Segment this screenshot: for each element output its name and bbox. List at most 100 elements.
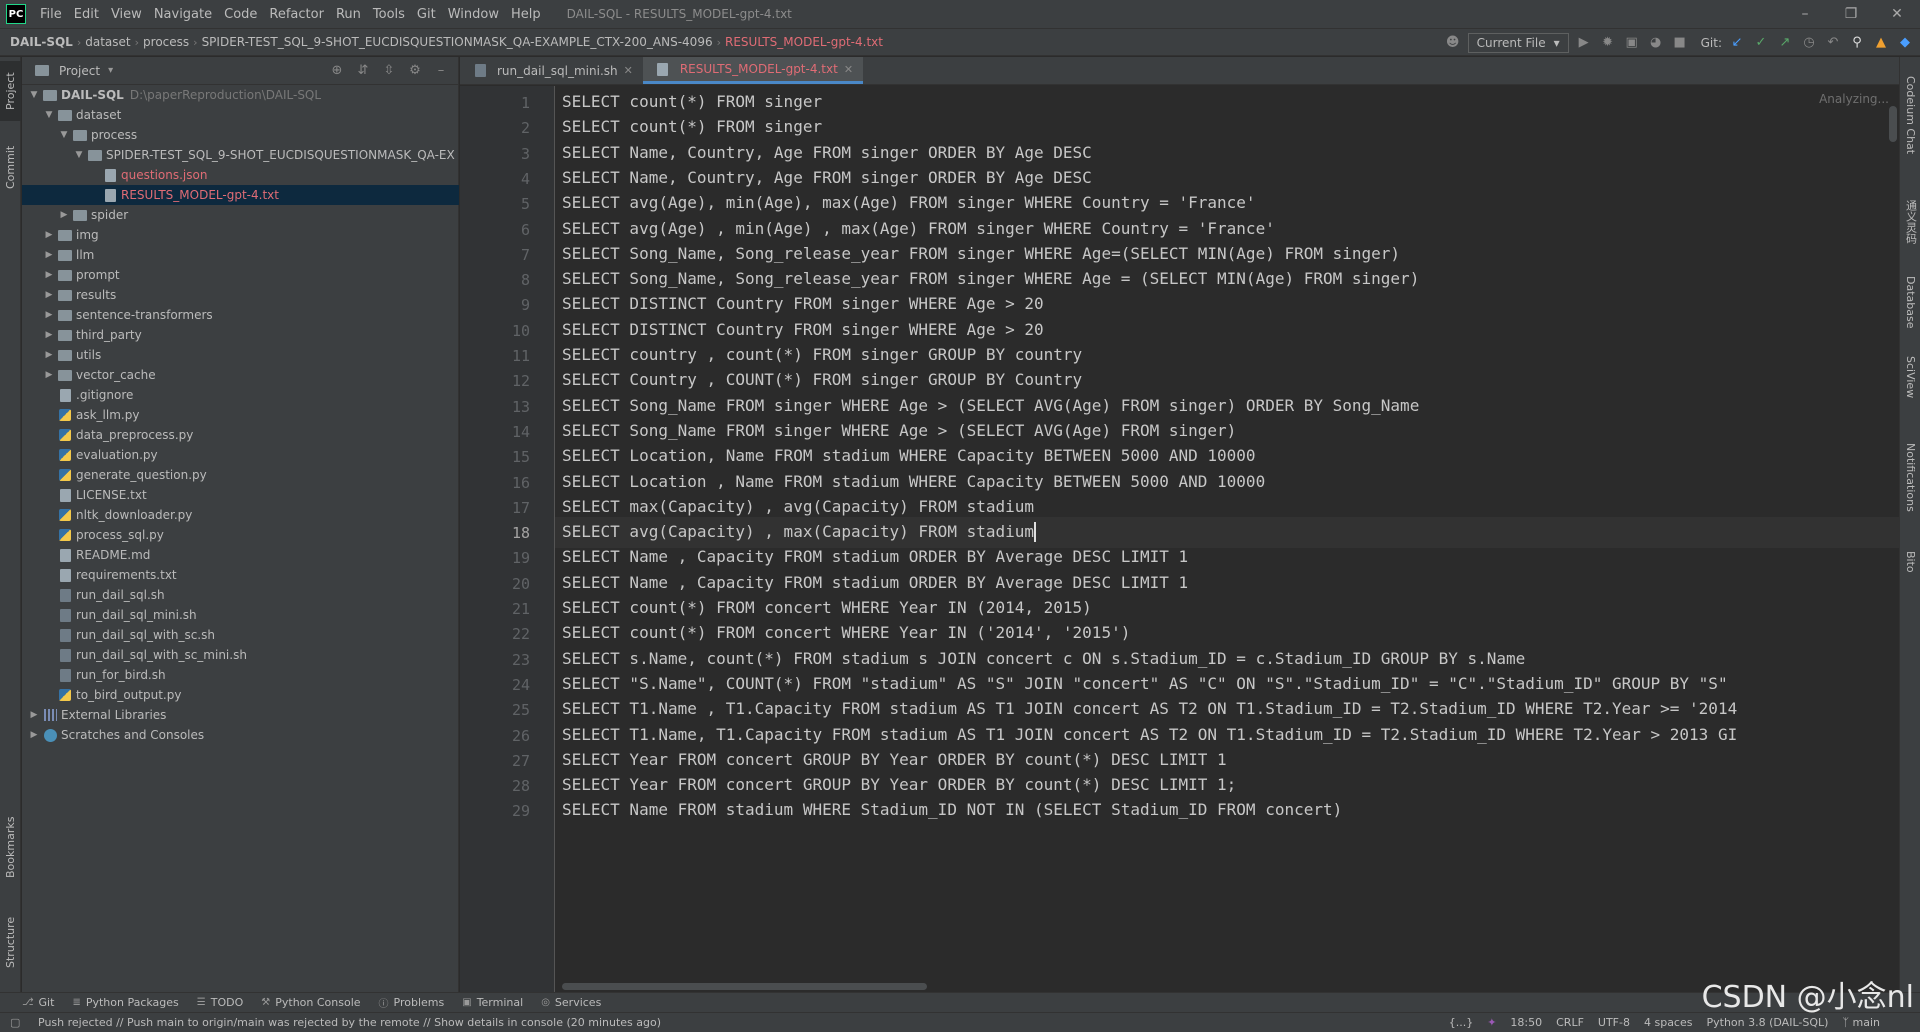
chevron-down-icon[interactable]: ▼ <box>28 90 40 100</box>
tree-folder[interactable]: ▶ prompt <box>22 265 459 285</box>
chevron-down-icon[interactable]: ▾ <box>108 65 113 76</box>
code-line[interactable]: SELECT T1.Name, T1.Capacity FROM stadium… <box>562 725 1737 744</box>
breadcrumb-item[interactable]: RESULTS_MODEL-gpt-4.txt <box>721 35 887 49</box>
tree-file[interactable]: process_sql.py <box>22 525 459 545</box>
tree-folder[interactable]: ▼ DAIL-SQL D:\paperReproduction\DAIL-SQL <box>22 85 459 105</box>
chevron-right-icon[interactable]: ▶ <box>43 350 55 360</box>
code-line[interactable]: SELECT Location , Name FROM stadium WHER… <box>562 472 1265 491</box>
menu-refactor[interactable]: Refactor <box>263 7 330 22</box>
codeium-chat-tab[interactable]: Codeium Chat <box>1900 65 1920 165</box>
code-line[interactable]: SELECT country , count(*) FROM singer GR… <box>562 345 1082 364</box>
code-line[interactable]: SELECT Name FROM stadium WHERE Stadium_I… <box>562 800 1342 819</box>
code-line[interactable]: SELECT avg(Age), min(Age), max(Age) FROM… <box>562 193 1256 212</box>
code-line[interactable]: SELECT count(*) FROM concert WHERE Year … <box>562 623 1130 642</box>
chevron-right-icon[interactable]: ▶ <box>43 230 55 240</box>
menu-window[interactable]: Window <box>442 7 505 22</box>
code-line[interactable]: SELECT DISTINCT Country FROM singer WHER… <box>562 320 1044 339</box>
tree-file[interactable]: generate_question.py <box>22 465 459 485</box>
bottom-tab-python-packages[interactable]: ≣ Python Packages <box>72 996 178 1009</box>
tree-file[interactable]: run_for_bird.sh <box>22 665 459 685</box>
bookmarks-tool-tab[interactable]: Bookmarks <box>0 807 21 887</box>
menu-help[interactable]: Help <box>505 7 547 22</box>
tree-folder[interactable]: ▶ img <box>22 225 459 245</box>
chevron-right-icon[interactable]: ▶ <box>43 290 55 300</box>
minimize-icon[interactable]: – <box>1782 0 1828 28</box>
ai-assistant-icon[interactable]: ✦ <box>1487 1016 1496 1029</box>
tree-folder[interactable]: ▶ sentence-transformers <box>22 305 459 325</box>
tree-file[interactable]: data_preprocess.py <box>22 425 459 445</box>
tree-file[interactable]: LICENSE.txt <box>22 485 459 505</box>
chevron-right-icon[interactable]: ▶ <box>28 730 40 740</box>
tree-file[interactable]: run_dail_sql_mini.sh <box>22 605 459 625</box>
horizontal-scrollbar[interactable] <box>562 983 927 990</box>
code-line[interactable]: SELECT DISTINCT Country FROM singer WHER… <box>562 294 1044 313</box>
git-rollback-icon[interactable]: ↶ <box>1824 34 1842 52</box>
collapse-all-icon[interactable]: ⇳ <box>380 61 398 79</box>
tree-folder[interactable]: ▼ dataset <box>22 105 459 125</box>
git-push-icon[interactable]: ↗ <box>1776 34 1794 52</box>
code-line[interactable]: SELECT Name, Country, Age FROM singer OR… <box>562 168 1092 187</box>
menu-edit[interactable]: Edit <box>68 7 105 22</box>
code-line[interactable]: SELECT Year FROM concert GROUP BY Year O… <box>562 750 1227 769</box>
menu-tools[interactable]: Tools <box>367 7 411 22</box>
git-branch[interactable]: ᛉ main <box>1842 1016 1880 1029</box>
code-editor[interactable]: 1 2 3 4 5 6 7 8 9 10 11 12 13 14 15 16 17 18 19 20 21 22 23 24 2… <box>460 86 1899 992</box>
bottom-tab-terminal[interactable]: ▣ Terminal <box>462 996 523 1009</box>
tree-file[interactable]: ▶ External Libraries <box>22 705 459 725</box>
debug-icon[interactable]: ✹ <box>1599 34 1617 52</box>
project-panel-title[interactable]: Project <box>59 64 100 78</box>
chevron-right-icon[interactable]: ▶ <box>43 310 55 320</box>
user-icon[interactable]: ☻ <box>1444 34 1462 52</box>
tree-file[interactable]: ask_llm.py <box>22 405 459 425</box>
tree-file[interactable]: RESULTS_MODEL-gpt-4.txt <box>22 185 459 205</box>
coverage-icon[interactable]: ▣ <box>1623 34 1641 52</box>
caret-position[interactable]: 18:50 <box>1510 1016 1542 1029</box>
chevron-right-icon[interactable]: ▶ <box>43 270 55 280</box>
tongyi-tab[interactable]: 通义灵码 <box>1900 187 1920 257</box>
layout-icon[interactable]: ▢ <box>10 1016 20 1029</box>
code-line[interactable]: SELECT Song_Name, Song_release_year FROM… <box>562 244 1400 263</box>
file-encoding[interactable]: UTF-8 <box>1598 1016 1630 1029</box>
breadcrumb-item[interactable]: SPIDER-TEST_SQL_9-SHOT_EUCDISQUESTIONMAS… <box>198 35 717 49</box>
profile-icon[interactable]: ◕ <box>1647 34 1665 52</box>
code-line[interactable]: SELECT Name, Country, Age FROM singer OR… <box>562 143 1092 162</box>
close-icon[interactable]: ✕ <box>844 63 853 76</box>
git-update-icon[interactable]: ↙ <box>1728 34 1746 52</box>
code-line[interactable]: SELECT T1.Name , T1.Capacity FROM stadiu… <box>562 699 1737 718</box>
code-line[interactable]: SELECT Name , Capacity FROM stadium ORDE… <box>562 573 1188 592</box>
code-line[interactable]: SELECT avg(Capacity) , max(Capacity) FRO… <box>562 522 1034 541</box>
bottom-tab-todo[interactable]: ☰ TODO <box>197 996 243 1009</box>
tree-folder[interactable]: ▶ third_party <box>22 325 459 345</box>
commit-tool-tab[interactable]: Commit <box>0 137 21 197</box>
menu-git[interactable]: Git <box>411 7 442 22</box>
indent-setting[interactable]: 4 spaces <box>1644 1016 1693 1029</box>
restore-icon[interactable]: ❐ <box>1828 0 1874 28</box>
tree-file[interactable]: ▶ Scratches and Consoles <box>22 725 459 745</box>
project-tool-tab[interactable]: Project <box>0 61 21 121</box>
code-line[interactable]: SELECT Song_Name FROM singer WHERE Age >… <box>562 396 1419 415</box>
tree-file[interactable]: .gitignore <box>22 385 459 405</box>
chevron-right-icon[interactable]: ▶ <box>43 250 55 260</box>
tree-file[interactable]: README.md <box>22 545 459 565</box>
sciview-tab[interactable]: SciView <box>1900 347 1920 407</box>
code-line[interactable]: SELECT count(*) FROM singer <box>562 117 822 136</box>
run-icon[interactable]: ▶ <box>1575 34 1593 52</box>
code-line[interactable]: SELECT s.Name, count(*) FROM stadium s J… <box>562 649 1525 668</box>
menu-code[interactable]: Code <box>218 7 263 22</box>
menu-navigate[interactable]: Navigate <box>148 7 218 22</box>
bottom-tab-python-console[interactable]: ⚒ Python Console <box>261 996 360 1009</box>
tree-file[interactable]: questions.json <box>22 165 459 185</box>
tree-folder[interactable]: ▶ results <box>22 285 459 305</box>
tree-file[interactable]: run_dail_sql_with_sc_mini.sh <box>22 645 459 665</box>
code-line[interactable]: SELECT max(Capacity) , avg(Capacity) FRO… <box>562 497 1034 516</box>
line-separator[interactable]: CRLF <box>1556 1016 1584 1029</box>
gear-icon[interactable]: ⚙ <box>406 61 424 79</box>
code-line[interactable]: SELECT count(*) FROM singer <box>562 92 822 111</box>
chevron-right-icon[interactable]: ▶ <box>43 330 55 340</box>
code-line[interactable]: SELECT avg(Age) , min(Age) , max(Age) FR… <box>562 219 1275 238</box>
plugin-icon[interactable]: ◆ <box>1896 34 1914 52</box>
chevron-right-icon[interactable]: ▶ <box>43 370 55 380</box>
tree-folder[interactable]: ▼ SPIDER-TEST_SQL_9-SHOT_EUCDISQUESTIONMA… <box>22 145 459 165</box>
chevron-right-icon[interactable]: ▶ <box>58 210 70 220</box>
breadcrumb-item[interactable]: process <box>139 35 193 49</box>
